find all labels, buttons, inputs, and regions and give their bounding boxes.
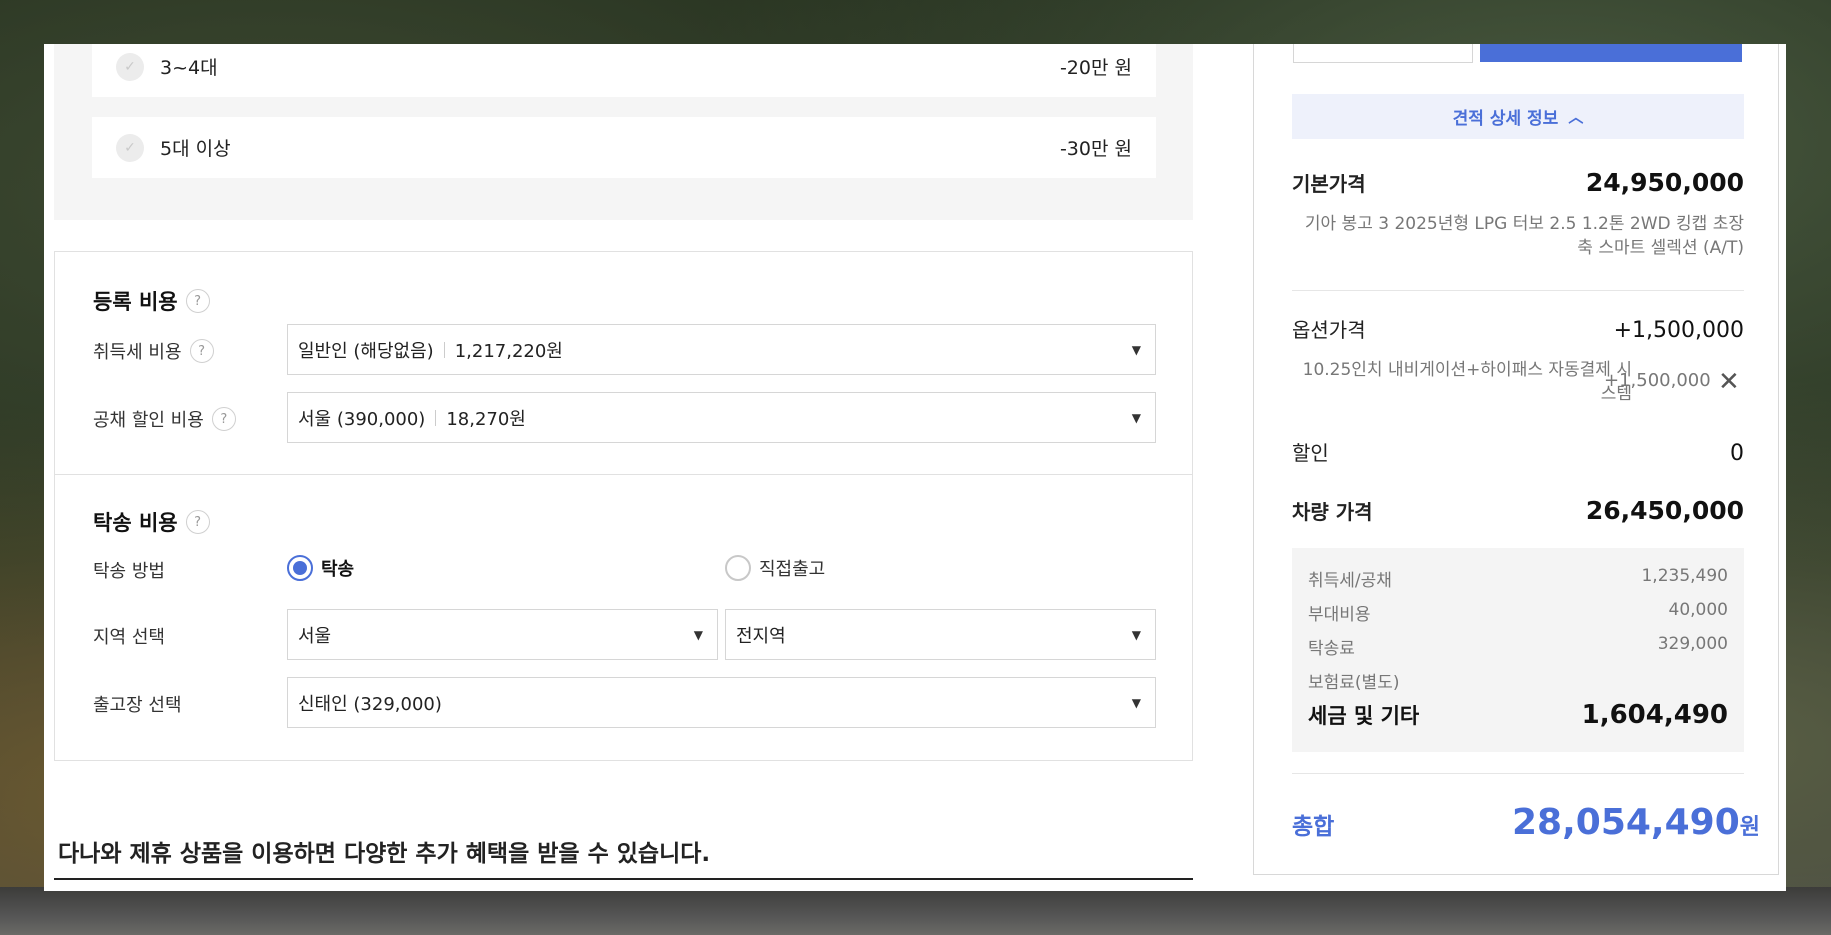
toggle-label: 견적 상세 정보 [1452, 109, 1559, 129]
caret-down-icon: ▼ [693, 627, 703, 642]
tax-breakdown-box: 취득세/공채 1,235,490 부대비용 40,000 탁송료 329,000… [1292, 548, 1744, 752]
select-value: 서울 [298, 625, 332, 647]
question-circle-icon[interactable]: ? [185, 289, 210, 313]
multi-vehicle-discount-section: ✓ 3~4대 -20만 원 ✓ 5대 이상 -30만 원 [54, 44, 1193, 220]
divider [54, 878, 1193, 880]
registration-cost-section: 등록 비용 ? 취득세 비용 ? 일반인 (해당없음) 1,217,220원 ▼… [54, 251, 1193, 478]
quote-panel: ✓ 3~4대 -20만 원 ✓ 5대 이상 -30만 원 등록 비용 ? 취득세… [44, 44, 1786, 891]
registration-title: 등록 비용 [93, 290, 178, 314]
base-price-row: 기본가격 24,950,000 [1292, 168, 1744, 197]
select-value: 서울 (390,000) [298, 408, 426, 430]
radio-direct-pickup[interactable]: 직접출고 [725, 555, 825, 581]
tax-value: 40,000 [1668, 600, 1728, 620]
close-icon[interactable]: ✕ [1718, 369, 1740, 395]
region-select[interactable]: 서울 ▼ [287, 609, 718, 660]
tax-label: 취득세/공채 [1308, 571, 1392, 591]
acquisition-tax-label: 취득세 비용 ? [93, 338, 214, 364]
tax-row: 탁송료 329,000 [1308, 634, 1728, 659]
acquisition-tax-select[interactable]: 일반인 (해당없음) 1,217,220원 ▼ [287, 324, 1156, 375]
field-label: 공채 할인 비용 [93, 410, 204, 431]
bond-discount-select[interactable]: 서울 (390,000) 18,270원 ▼ [287, 392, 1156, 443]
divider [1292, 290, 1744, 291]
vehicle-price-label: 차량 가격 [1292, 500, 1373, 524]
select-amount: 18,270원 [446, 408, 526, 430]
select-amount: 1,217,220원 [454, 340, 563, 362]
grand-total-label: 총합 [1292, 814, 1335, 840]
divider [1292, 773, 1744, 774]
base-price-value: 24,950,000 [1585, 168, 1744, 197]
grand-total-unit: 원 [1739, 815, 1760, 840]
tax-total-row: 세금 및 기타 1,604,490 [1308, 700, 1728, 730]
select-value: 전지역 [736, 625, 786, 647]
chevron-up-icon: ︿ [1568, 108, 1584, 126]
discount-amount: -20만 원 [1059, 57, 1132, 79]
quote-details-toggle[interactable]: 견적 상세 정보 ︿ [1292, 94, 1744, 139]
tax-value: 1,235,490 [1641, 566, 1728, 586]
tax-total-label: 세금 및 기타 [1308, 704, 1420, 728]
caret-down-icon: ▼ [1131, 342, 1141, 357]
grand-total-row: 총합 28,054,490 원 [1292, 802, 1760, 843]
discount-label: 3~4대 [160, 57, 218, 79]
field-label: 취득세 비용 [93, 342, 182, 363]
depot-select[interactable]: 신태인 (329,000) ▼ [287, 677, 1156, 728]
discount-option-3-4[interactable]: ✓ 3~4대 -20만 원 [92, 44, 1156, 97]
section-title: 등록 비용 ? [93, 286, 210, 316]
region-label: 지역 선택 [93, 627, 165, 648]
discount-amount: -30만 원 [1059, 138, 1132, 160]
caret-down-icon: ▼ [1131, 410, 1141, 425]
select-value: 일반인 (해당없음) [298, 340, 434, 362]
tax-label: 보험료(별도) [1308, 673, 1400, 693]
option-price-value: +1,500,000 [1613, 318, 1744, 343]
option-price-row: 옵션가격 +1,500,000 [1292, 314, 1744, 343]
tax-row: 부대비용 40,000 [1308, 600, 1728, 625]
radio-delivery[interactable]: 탁송 [287, 555, 354, 581]
check-circle-icon: ✓ [116, 133, 144, 162]
question-circle-icon[interactable]: ? [185, 510, 210, 534]
tax-value: 329,000 [1657, 634, 1728, 654]
radio-label: 직접출고 [759, 559, 826, 580]
check-circle-icon: ✓ [116, 52, 144, 81]
radio-label: 탁송 [321, 559, 355, 580]
tax-row: 보험료(별도) [1308, 668, 1728, 693]
discount-label: 할인 [1292, 441, 1329, 465]
discount-option-5-plus[interactable]: ✓ 5대 이상 -30만 원 [92, 117, 1156, 178]
question-circle-icon[interactable]: ? [189, 339, 214, 363]
delivery-method-label: 탁송 방법 [93, 561, 165, 582]
tax-label: 탁송료 [1308, 639, 1355, 659]
option-item-name: 10.25인치 내비게이션+하이패스 자동결제 시스템 [1302, 360, 1632, 404]
delivery-title: 탁송 비용 [93, 511, 178, 535]
caret-down-icon: ▼ [1131, 695, 1141, 710]
bond-discount-label: 공채 할인 비용 ? [93, 406, 236, 432]
section-title: 탁송 비용 ? [93, 507, 210, 537]
summary-action-button[interactable] [1480, 44, 1742, 62]
select-value: 신태인 (329,000) [298, 693, 442, 715]
background-road [0, 887, 1831, 935]
base-price-label: 기본가격 [1292, 172, 1366, 196]
discount-value: 0 [1730, 441, 1744, 466]
tax-row: 취득세/공채 1,235,490 [1308, 566, 1728, 591]
radio-unchecked-icon[interactable] [725, 555, 751, 581]
vehicle-price-row: 차량 가격 26,450,000 [1292, 496, 1744, 525]
option-item-price: +1,500,000 [1604, 370, 1711, 391]
subregion-select[interactable]: 전지역 ▼ [725, 609, 1156, 660]
divider [435, 409, 437, 426]
base-price-description: 기아 봉고 3 2025년형 LPG 터보 2.5 1.2톤 2WD 킹캡 초장… [1304, 214, 1744, 258]
vehicle-price-value: 26,450,000 [1585, 496, 1744, 525]
summary-input[interactable] [1293, 44, 1473, 63]
delivery-cost-section: 탁송 비용 ? 탁송 방법 탁송 직접출고 지역 선택 서울 ▼ 전지역 ▼ 출… [54, 474, 1193, 761]
discount-row: 할인 0 [1292, 437, 1744, 466]
caret-down-icon: ▼ [1131, 627, 1141, 642]
promo-heading: 다나와 제휴 상품을 이용하면 다양한 추가 혜택을 받을 수 있습니다. [58, 841, 711, 867]
tax-label: 부대비용 [1308, 605, 1371, 625]
question-circle-icon[interactable]: ? [211, 407, 236, 431]
tax-total-value: 1,604,490 [1581, 700, 1728, 730]
radio-checked-icon[interactable] [287, 555, 313, 581]
option-price-label: 옵션가격 [1292, 318, 1366, 342]
depot-label: 출고장 선택 [93, 695, 182, 716]
divider [443, 341, 445, 358]
discount-label: 5대 이상 [160, 138, 231, 160]
grand-total-value: 28,054,490 [1512, 802, 1740, 843]
